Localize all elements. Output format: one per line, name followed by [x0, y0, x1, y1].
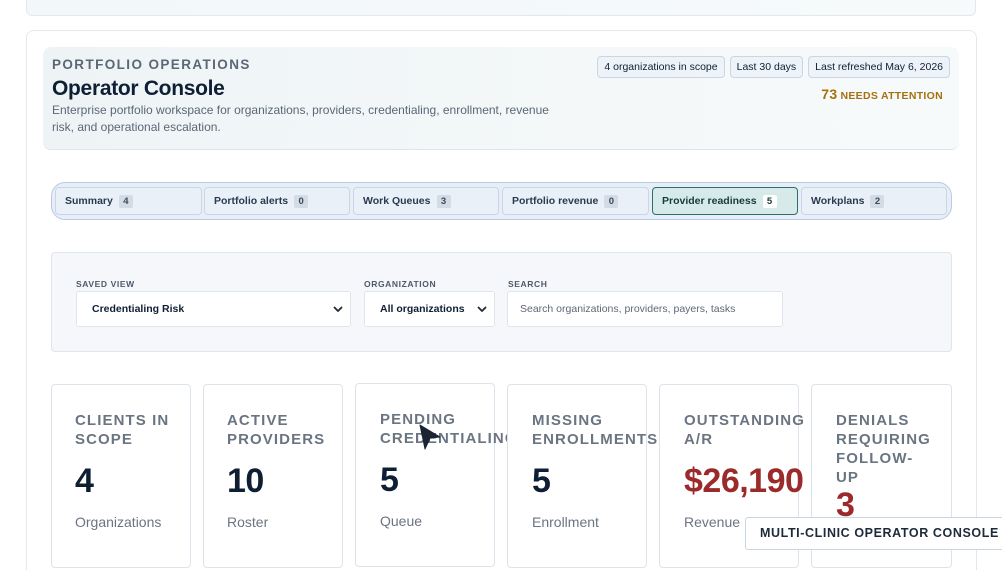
tab-label: Workplans	[811, 195, 865, 207]
kpi-value: 4	[75, 462, 94, 500]
last-refreshed-chip: Last refreshed May 6, 2026	[808, 56, 950, 78]
search-input[interactable]: Search organizations, providers, payers,…	[507, 291, 783, 327]
scope-chips: 4 organizations in scope Last 30 days La…	[597, 56, 950, 78]
date-range-chip[interactable]: Last 30 days	[729, 56, 804, 78]
saved-view-value: Credentialing Risk	[92, 303, 185, 315]
kpi-label: CLIENTS IN SCOPE	[75, 412, 170, 448]
saved-view-select[interactable]: Credentialing Risk	[76, 291, 351, 327]
page-description: Enterprise portfolio workspace for organ…	[52, 103, 549, 134]
kpi-sublabel: Revenue	[684, 514, 741, 530]
organization-value: All organizations	[380, 303, 465, 315]
page-header: PORTFOLIO OPERATIONS Operator Console En…	[43, 47, 959, 150]
tab-summary[interactable]: Summary 4	[55, 187, 202, 215]
tab-provider-readiness[interactable]: Provider readiness 5	[652, 187, 798, 215]
kpi-label: ACTIVE PROVIDERS	[227, 412, 326, 448]
page-title: Operator Console	[52, 77, 225, 100]
search-placeholder: Search organizations, providers, payers,…	[520, 303, 736, 315]
search-label: SEARCH	[508, 279, 548, 289]
chevron-down-icon	[477, 306, 487, 312]
saved-view-label: SAVED VIEW	[76, 279, 135, 289]
tab-label: Portfolio alerts	[214, 195, 289, 207]
tab-bar: Summary 4 Portfolio alerts 0 Work Queues 3 …	[51, 182, 952, 220]
organization-select[interactable]: All organizations	[364, 291, 495, 327]
previous-panel-edge	[26, 0, 976, 16]
tab-portfolio-revenue[interactable]: Portfolio revenue 0	[502, 187, 649, 215]
tab-count-badge: 2	[870, 194, 885, 208]
tab-label: Provider readiness	[662, 195, 757, 207]
kpi-card-pending-credentialing[interactable]: PENDING CREDENTIALING 5 Queue	[355, 383, 517, 567]
kpi-label: MISSING ENROLLMENTS	[532, 412, 659, 448]
kpi-value: $26,190	[684, 462, 804, 500]
kpi-sublabel: Enrollment	[532, 514, 599, 530]
tab-workplans[interactable]: Workplans 2	[801, 187, 947, 215]
tab-work-queues[interactable]: Work Queues 3	[353, 187, 499, 215]
tab-label: Summary	[65, 195, 113, 207]
kpi-card-active-providers[interactable]: ACTIVE PROVIDERS 10 Roster	[203, 384, 343, 568]
tab-label: Portfolio revenue	[512, 195, 599, 207]
kpi-value: 5	[532, 462, 551, 500]
tab-count-badge: 3	[436, 194, 451, 208]
kpi-sublabel: Roster	[227, 514, 269, 530]
tab-count-badge: 4	[118, 194, 133, 208]
needs-attention-label: NEEDS ATTENTION	[840, 90, 943, 102]
tab-count-badge: 5	[762, 194, 777, 208]
filter-panel: SAVED VIEW Credentialing Risk ORGANIZATI…	[51, 252, 952, 352]
kpi-label: OUTSTANDING A/R	[684, 412, 805, 448]
kpi-label: DENIALS REQUIRING FOLLOW-UP	[836, 412, 931, 486]
kpi-label: PENDING CREDENTIALING	[380, 411, 518, 447]
app-name-toast: MULTI-CLINIC OPERATOR CONSOLE	[745, 517, 1002, 550]
needs-attention-count: 73	[821, 86, 838, 102]
tab-count-badge: 0	[294, 194, 309, 208]
kpi-card-missing-enrollments[interactable]: MISSING ENROLLMENTS 5 Enrollment	[507, 384, 657, 568]
mouse-cursor-icon	[419, 424, 441, 450]
tab-count-badge: 0	[604, 194, 619, 208]
org-scope-chip[interactable]: 4 organizations in scope	[597, 56, 725, 78]
kpi-sublabel: Queue	[380, 513, 423, 529]
page-eyebrow: PORTFOLIO OPERATIONS	[52, 57, 251, 72]
kpi-sublabel: Organizations	[75, 514, 162, 530]
kpi-value: 10	[227, 462, 264, 500]
kpi-card-clients-in-scope[interactable]: CLIENTS IN SCOPE 4 Organizations	[51, 384, 191, 568]
chevron-down-icon	[333, 306, 343, 312]
tab-portfolio-alerts[interactable]: Portfolio alerts 0	[204, 187, 350, 215]
organization-label: ORGANIZATION	[364, 279, 437, 289]
tab-label: Work Queues	[363, 195, 431, 207]
kpi-value: 5	[380, 461, 399, 499]
needs-attention-indicator[interactable]: 73 NEEDS ATTENTION	[821, 86, 943, 102]
